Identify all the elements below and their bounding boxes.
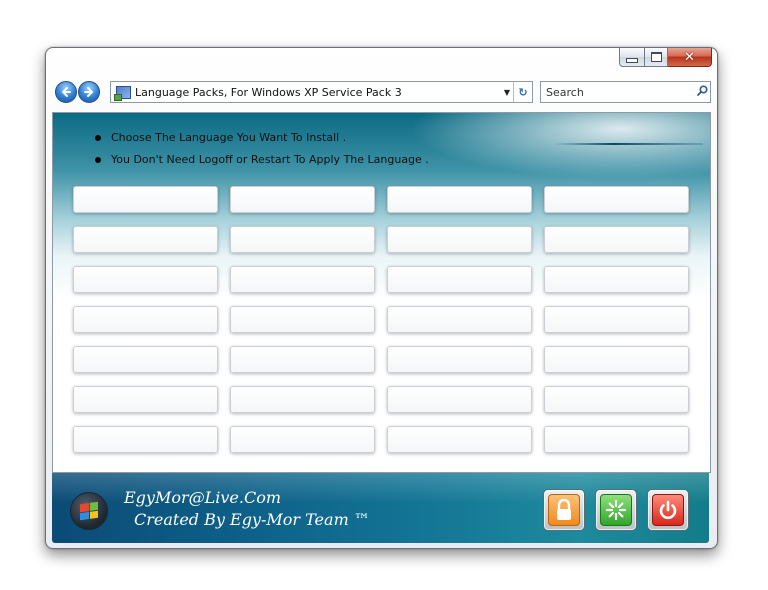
maximize-icon [650, 52, 662, 62]
language-button[interactable] [544, 226, 689, 253]
language-button[interactable] [230, 266, 375, 293]
credit-text: Created By Egy-Mor Team ™ [134, 510, 370, 529]
language-button[interactable] [387, 186, 532, 213]
search-input[interactable] [541, 85, 694, 99]
instruction-list: Choose The Language You Want To Install … [95, 131, 429, 175]
language-button[interactable] [387, 426, 532, 453]
language-button[interactable] [73, 266, 218, 293]
caption-buttons: ✕ [619, 48, 712, 67]
refresh-icon[interactable]: ↻ [513, 82, 532, 102]
reload-icon [605, 499, 627, 521]
close-button[interactable]: ✕ [668, 48, 712, 67]
language-button[interactable] [73, 386, 218, 413]
language-button[interactable] [230, 306, 375, 333]
bullet-icon [95, 157, 101, 163]
close-icon: ✕ [684, 49, 695, 65]
power-button[interactable] [647, 489, 689, 531]
minimize-icon [626, 57, 638, 63]
language-button[interactable] [387, 266, 532, 293]
bullet-icon [95, 135, 101, 141]
footer-bar: EgyMor@Live.Com Created By Egy-Mor Team … [52, 473, 709, 543]
language-button[interactable] [544, 266, 689, 293]
language-button[interactable] [387, 386, 532, 413]
language-button[interactable] [73, 186, 218, 213]
instruction-text: You Don't Need Logoff or Restart To Appl… [111, 153, 429, 166]
language-button[interactable] [73, 306, 218, 333]
language-button[interactable] [387, 346, 532, 373]
forward-button[interactable] [78, 81, 100, 103]
instruction-text: Choose The Language You Want To Install … [111, 131, 347, 144]
reload-button[interactable] [595, 489, 637, 531]
language-button[interactable] [230, 226, 375, 253]
language-button[interactable] [230, 386, 375, 413]
contact-email: EgyMor@Live.Com [124, 488, 282, 507]
header-divider [553, 143, 703, 145]
language-button[interactable] [544, 306, 689, 333]
language-button[interactable] [544, 186, 689, 213]
language-button[interactable] [230, 426, 375, 453]
language-button[interactable] [387, 226, 532, 253]
address-text: Language Packs, For Windows XP Service P… [135, 85, 402, 99]
language-button[interactable] [230, 186, 375, 213]
power-icon [659, 500, 677, 520]
lock-icon [557, 499, 571, 520]
instruction-item: You Don't Need Logoff or Restart To Appl… [95, 153, 429, 175]
language-button[interactable] [73, 346, 218, 373]
search-box[interactable] [540, 81, 711, 103]
computer-icon [114, 85, 131, 101]
language-button[interactable] [230, 346, 375, 373]
lock-button[interactable] [543, 489, 585, 531]
arrow-left-icon [62, 87, 71, 97]
app-window: ✕ Language Packs, For Windows XP Service… [45, 47, 718, 549]
maximize-button[interactable] [645, 48, 668, 67]
minimize-button[interactable] [619, 48, 645, 67]
instruction-item: Choose The Language You Want To Install … [95, 131, 429, 153]
search-icon[interactable] [694, 85, 710, 99]
chevron-down-icon[interactable]: ▼ [501, 88, 513, 97]
language-button[interactable] [73, 426, 218, 453]
language-button[interactable] [544, 386, 689, 413]
language-button[interactable] [387, 306, 532, 333]
language-button[interactable] [544, 426, 689, 453]
language-button[interactable] [544, 346, 689, 373]
windows-logo-icon [70, 492, 108, 530]
header-glow [393, 113, 710, 183]
content-panel: Choose The Language You Want To Install … [52, 112, 711, 473]
address-bar[interactable]: Language Packs, For Windows XP Service P… [110, 81, 533, 103]
back-button[interactable] [55, 81, 77, 103]
language-button[interactable] [73, 226, 218, 253]
arrow-right-icon [84, 87, 93, 97]
